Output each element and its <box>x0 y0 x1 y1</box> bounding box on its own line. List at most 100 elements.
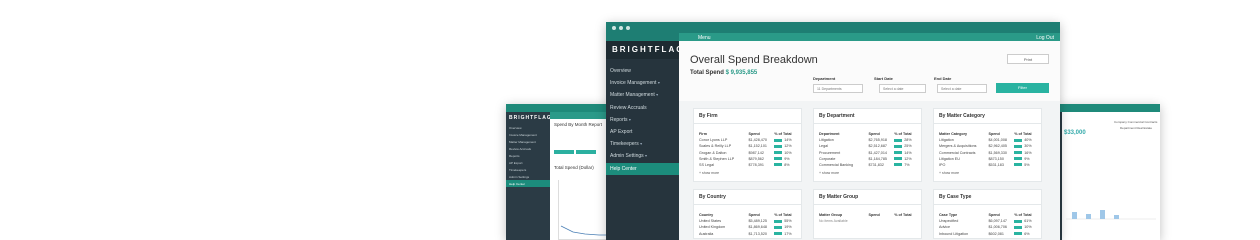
cell: $731,832 <box>868 162 884 167</box>
column-header: % of Total <box>894 132 912 136</box>
column-header: % of Total <box>774 132 792 136</box>
card-title: By Firm <box>694 112 801 124</box>
cell: 7% <box>904 162 910 167</box>
card-by-firm: By Firm Firm Spend % of Total Conor Lyon… <box>693 108 802 182</box>
percent-bar <box>894 163 903 167</box>
table-row: Corporate $1,184,785 12% <box>819 157 916 161</box>
sidebar-item-timekeepers[interactable]: Timekeepers ▾ <box>606 138 679 150</box>
cell: $6,097,147 <box>988 219 1007 224</box>
column-header: Firm <box>699 132 707 136</box>
sidebar-item[interactable]: Timekeepers <box>506 166 550 173</box>
window-maximize-dot[interactable] <box>626 26 630 30</box>
cell: Unspecified <box>939 219 959 224</box>
sidebar-item[interactable]: Reports <box>506 152 550 159</box>
percent-bar <box>1014 219 1023 223</box>
sidebar-item-admin-settings[interactable]: Admin Settings ▾ <box>606 150 679 162</box>
percent-bar <box>774 232 783 236</box>
show-more-link[interactable]: + show more <box>819 171 916 175</box>
sidebar-item-reports[interactable]: Reports ▾ <box>606 114 679 126</box>
budget-value: $33,000 <box>1064 130 1086 136</box>
table-row: Grogan & Dalton $987,142 10% <box>699 151 796 155</box>
cell: Scales & Reilly LLP <box>699 144 732 149</box>
report-content: Spend By Month Report Total Spend (Dolla… <box>554 122 610 240</box>
department-select[interactable]: 11 Departments <box>813 84 863 93</box>
sidebar-item[interactable]: Matter Management <box>506 138 550 145</box>
cell: IPO <box>939 162 946 167</box>
cell: 12% <box>784 144 792 149</box>
table-header: Matter Group Spend % of Total <box>819 213 916 217</box>
titlebar <box>506 104 610 112</box>
table-row: Litigation $4,001,008 40% <box>939 138 1036 142</box>
percent-bar <box>774 219 783 223</box>
cell: 10% <box>1024 225 1032 230</box>
menu-bar <box>679 33 1060 41</box>
filter-button[interactable]: Filter <box>996 83 1049 93</box>
cell: 28% <box>904 138 912 143</box>
card-by-case-type: By Case Type Case Type Spend % of Total … <box>933 189 1042 239</box>
cell: Mergers & Acquisitions <box>939 144 977 149</box>
sidebar-item[interactable]: Admin Settings <box>506 173 550 180</box>
sidebar-item-matter-management[interactable]: Matter Management ▾ <box>606 89 679 101</box>
sidebar-item-label: Admin Settings <box>610 153 644 160</box>
cell: 17% <box>784 231 792 236</box>
column-header: Matter Category <box>939 132 968 136</box>
table-row: SS Legal $778,391 8% <box>699 163 796 167</box>
sidebar-item[interactable]: Invoice Management <box>506 131 550 138</box>
department-label: Department <box>813 76 836 81</box>
sidebar-item-invoice-management[interactable]: Invoice Management ▾ <box>606 77 679 89</box>
percent-bar <box>774 151 783 155</box>
window-minimize-dot[interactable] <box>619 26 623 30</box>
table-header: Case Type Spend % of Total <box>939 213 1036 217</box>
card-by-country: By Country Country Spend % of Total Unit… <box>693 189 802 239</box>
table-header: Country Spend % of Total <box>699 213 796 217</box>
cell: Inbound Litigation <box>939 231 969 236</box>
cell: Litigation EU <box>939 156 960 161</box>
sidebar-item-ap-export[interactable]: AP Export <box>606 126 679 138</box>
card-title: By Matter Category <box>934 112 1041 124</box>
brightflag-logo: BRIGHTFLAG <box>606 41 682 59</box>
cell: 40% <box>1024 138 1032 143</box>
show-more-link[interactable]: + show more <box>699 171 796 175</box>
filter-button[interactable] <box>554 150 574 154</box>
sidebar-item-label: AP Export <box>610 128 633 135</box>
cell: $1,428,470 <box>748 138 767 143</box>
cell: Grogan & Dalton <box>699 150 727 155</box>
cell: Advice <box>939 225 951 230</box>
empty-state: No items Available <box>819 219 848 223</box>
column-header: % of Total <box>774 213 792 217</box>
cell: United Kingdom <box>699 225 726 230</box>
sidebar-item[interactable]: AP Export <box>506 159 550 166</box>
sidebar-item[interactable]: Help Center <box>506 180 550 187</box>
cell: Commercial Contracts <box>939 150 976 155</box>
sidebar-item-review-accruals[interactable]: Review Accruals <box>606 102 679 114</box>
percent-bar <box>894 144 903 148</box>
sidebar-item-help-center[interactable]: Help Center <box>606 162 679 175</box>
end-date-input[interactable]: Select a date <box>937 84 987 93</box>
filter-button[interactable] <box>576 150 596 154</box>
start-date-input[interactable]: Select a date <box>879 84 926 93</box>
cell: Legal <box>819 144 829 149</box>
menu-bar <box>550 112 610 119</box>
table-row: Conor Lyons LLP $1,428,470 14% <box>699 138 796 142</box>
cell: SS Legal <box>699 162 714 167</box>
percent-bar <box>774 163 783 167</box>
print-button[interactable]: Print <box>1007 54 1049 64</box>
card-title: By Case Type <box>934 193 1041 205</box>
percent-bar <box>774 225 783 229</box>
show-more-link[interactable]: + show more <box>939 171 1036 175</box>
table-row: Inbound Litigation $602,081 6% <box>939 232 1036 236</box>
sidebar-item-overview[interactable]: Overview <box>606 65 679 77</box>
sidebar-item[interactable]: Review Accruals <box>506 145 550 152</box>
sidebar-item[interactable]: Overview <box>506 124 550 131</box>
table-row: Litigation $2,765,918 28% <box>819 138 916 142</box>
cell: $1,427,014 <box>868 150 887 155</box>
percent-bar <box>774 144 783 148</box>
sidebar: BRIGHTFLAG Overview Invoice Management M… <box>506 112 551 240</box>
window-close-dot[interactable] <box>612 26 616 30</box>
sidebar-item-label: Reports <box>610 116 628 123</box>
page-header: Overall Spend Breakdown Total Spend $ 9,… <box>679 41 1060 101</box>
table-row: Mergers & Acquisitions $2,962,405 30% <box>939 144 1036 148</box>
table-row: Procurement $1,427,014 14% <box>819 151 916 155</box>
column-header: Spend <box>868 213 880 217</box>
table-header: Matter Category Spend % of Total <box>939 132 1036 136</box>
